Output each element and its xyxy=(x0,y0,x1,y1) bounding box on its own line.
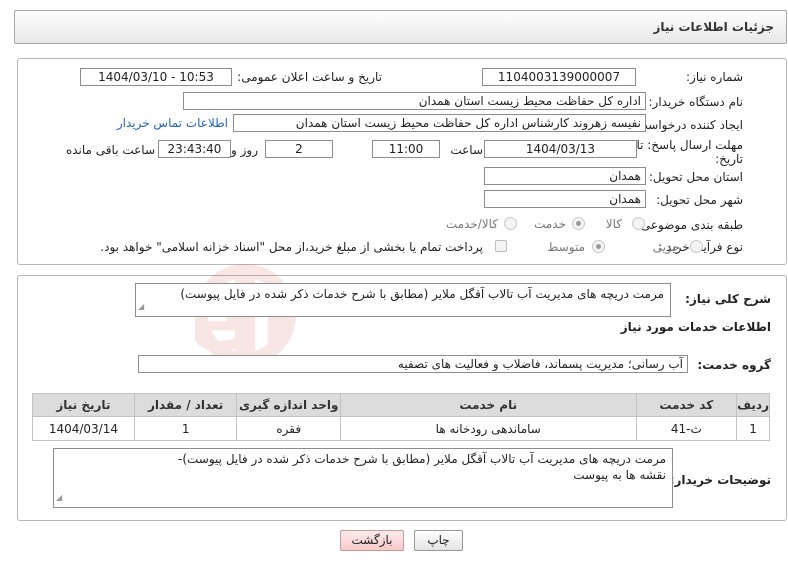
city-label: شهر محل تحویل: xyxy=(656,193,743,207)
col-name: نام خدمت xyxy=(340,393,637,417)
col-code: کد خدمت xyxy=(635,393,738,417)
buyer-notes-line-2: نقشه ها به پیوست xyxy=(573,468,666,482)
col-unit: واحد اندازه گیری xyxy=(236,393,341,417)
table-header-row: ردیف کد خدمت نام خدمت واحد اندازه گیری ت… xyxy=(32,393,770,417)
buyer-notes-line-1: مرمت دریچه های مدیریت آب تالاب آقگل ملای… xyxy=(178,452,666,466)
city-field: همدان xyxy=(484,190,646,208)
category-goods-service-option: کالا/خدمت xyxy=(445,217,498,231)
services-table: ردیف کد خدمت نام خدمت واحد اندازه گیری ت… xyxy=(32,393,770,441)
buyer-org-label: نام دستگاه خریدار: xyxy=(648,95,744,109)
col-row: ردیف xyxy=(736,393,770,417)
category-goods-service-radio[interactable] xyxy=(504,217,517,230)
cell-unit: فقره xyxy=(236,416,341,441)
summary-text: مرمت دریچه های مدیریت آب تالاب آقگل ملای… xyxy=(180,287,664,301)
cell-date: 1404/03/14 xyxy=(32,416,135,441)
col-date: تاریخ نیاز xyxy=(32,393,135,417)
page-title: جزئیات اطلاعات نیاز xyxy=(653,20,774,34)
requester-label: ایجاد کننده درخواست: xyxy=(632,118,743,132)
summary-textarea[interactable]: مرمت دریچه های مدیریت آب تالاب آقگل ملای… xyxy=(135,283,671,317)
resize-grip-icon[interactable]: ◢ xyxy=(56,490,62,506)
category-label: طبقه بندی موضوعی: xyxy=(636,218,743,232)
deadline-days-field: 2 xyxy=(265,140,333,158)
cell-code: ث-41 xyxy=(635,416,738,441)
summary-label: شرح کلی نیاز: xyxy=(685,292,771,306)
buyer-contact-link[interactable]: اطلاعات تماس خریدار xyxy=(117,116,228,130)
remaining-time-field: 23:43:40 xyxy=(158,140,231,158)
buyer-notes-textarea[interactable]: مرمت دریچه های مدیریت آب تالاب آقگل ملای… xyxy=(53,448,673,508)
category-goods-radio[interactable] xyxy=(632,217,645,230)
requester-field: نفیسه زهروند کارشناس اداره کل حفاظت محیط… xyxy=(233,114,646,132)
cell-row: 1 xyxy=(736,416,770,441)
resize-grip-icon[interactable]: ◢ xyxy=(138,299,144,315)
announce-datetime-field: 1404/03/10 - 10:53 xyxy=(80,68,232,86)
treasury-payment-note: پرداخت تمام یا بخشی از مبلغ خرید،از محل … xyxy=(100,240,483,254)
deadline-date-field: 1404/03/13 xyxy=(484,140,637,158)
table-row: 1 ث-41 ساماندهی رودخانه ها فقره 1 1404/0… xyxy=(32,416,770,441)
process-minor-option: جزیی xyxy=(652,240,680,254)
province-label: استان محل تحویل: xyxy=(648,170,743,184)
province-field: همدان xyxy=(484,167,646,185)
need-number-label: شماره نیاز: xyxy=(686,70,743,84)
process-medium-radio[interactable] xyxy=(592,240,605,253)
cell-qty: 1 xyxy=(133,416,238,441)
cell-name: ساماندهی رودخانه ها xyxy=(340,416,637,441)
need-number-field: 1104003139000007 xyxy=(482,68,636,86)
days-label: روز و xyxy=(231,143,258,157)
category-service-option: خدمت xyxy=(534,217,566,231)
deadline-time-field: 11:00 xyxy=(372,140,440,158)
deadline-label: مهلت ارسال پاسخ: تا تاریخ: xyxy=(636,138,743,166)
print-button[interactable]: چاپ xyxy=(414,530,463,551)
treasury-payment-checkbox[interactable] xyxy=(495,240,507,252)
deadline-time-label: ساعت xyxy=(450,143,483,157)
services-section-title: اطلاعات خدمات مورد نیاز xyxy=(620,320,771,334)
category-goods-option: کالا xyxy=(605,217,622,231)
category-service-radio[interactable] xyxy=(572,217,585,230)
process-medium-option: متوسط xyxy=(547,240,585,254)
remaining-label: ساعت باقی مانده xyxy=(65,143,155,157)
service-group-label: گروه خدمت: xyxy=(697,358,771,372)
page-header: جزئیات اطلاعات نیاز xyxy=(14,10,787,44)
buyer-org-field: اداره کل حفاظت محیط زیست استان همدان xyxy=(183,92,646,110)
back-button[interactable]: بازگشت xyxy=(340,530,404,551)
buyer-notes-label: توضیحات خریدار: xyxy=(669,473,771,487)
col-qty: تعداد / مقدار xyxy=(133,393,238,417)
announce-datetime-label: تاریخ و ساعت اعلان عمومی: xyxy=(237,70,382,84)
service-group-field: آب رسانی؛ مدیریت پسماند، فاضلاب و فعالیت… xyxy=(138,355,688,373)
process-minor-radio[interactable] xyxy=(690,240,703,253)
